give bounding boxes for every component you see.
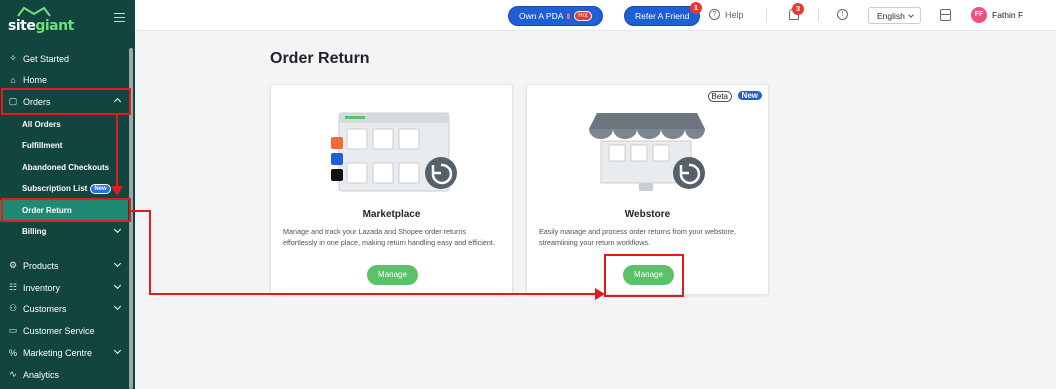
products-icon: ⚙ <box>8 260 18 270</box>
sidebar-item-label: Get Started <box>23 53 70 64</box>
sidebar-item-inventory[interactable]: ☷ Inventory <box>0 277 128 298</box>
sidebar-item-label: Inventory <box>23 282 61 293</box>
notification-badge: 3 <box>792 3 804 15</box>
card-description: Manage and track your Lazada and Shopee … <box>283 227 495 247</box>
page-title: Order Return <box>270 50 370 67</box>
sidebar-item-label: Products <box>23 260 59 271</box>
help-icon: ? <box>709 9 720 20</box>
user-name[interactable]: Fathin F <box>992 10 1023 20</box>
sidebar-subitem-billing[interactable]: Billing <box>0 221 128 242</box>
chevron-down-icon <box>113 302 122 311</box>
marketplace-illustration-icon <box>331 112 457 192</box>
sitegiant-logo[interactable]: sitegiant <box>8 6 74 36</box>
pda-icon: ▮ <box>566 13 571 20</box>
sidebar-item-home[interactable]: ⌂ Home <box>0 69 128 90</box>
sidebar-item-marketing-centre[interactable]: % Marketing Centre <box>0 342 128 363</box>
top-bar: Own A PDA ▮ Hot Refer A Friend 1 ? Help … <box>135 0 1056 31</box>
sidebar-subitem-subscription-list[interactable]: Subscription List New <box>0 178 128 199</box>
sidebar-item-products[interactable]: ⚙ Products <box>0 255 128 276</box>
sidebar-subitem-abandoned-checkouts[interactable]: Abandoned Checkouts <box>0 157 128 178</box>
chevron-down-icon <box>908 12 914 18</box>
annotation-arrow-line <box>149 293 596 295</box>
language-select[interactable]: English <box>868 7 921 24</box>
inventory-icon: ☷ <box>8 282 18 292</box>
avatar[interactable]: FF <box>971 7 987 23</box>
refer-badge: 1 <box>690 2 702 14</box>
own-pda-label: Own A PDA <box>519 11 564 21</box>
sidebar-item-label: Customer Service <box>23 325 95 336</box>
new-badge: New <box>737 91 762 100</box>
chevron-down-icon <box>113 259 122 268</box>
card-title: Marketplace <box>362 209 421 220</box>
layout-icon[interactable] <box>940 9 951 21</box>
sidebar-item-label: Customers <box>23 303 67 314</box>
analytics-icon: ∿ <box>9 369 17 379</box>
percent-icon: % <box>8 347 17 358</box>
customers-icon: ⚇ <box>8 303 18 313</box>
chevron-down-icon <box>113 225 122 234</box>
home-icon: ⌂ <box>10 74 16 85</box>
refer-friend-button[interactable]: Refer A Friend <box>624 6 701 26</box>
card-title: Webstore <box>624 209 671 220</box>
marketplace-manage-button[interactable]: Manage <box>367 265 418 285</box>
divider <box>818 9 819 22</box>
annotation-arrow-head-icon <box>595 288 605 300</box>
annotation-arrow-line <box>116 115 118 189</box>
sidebar-subitem-fulfillment[interactable]: Fulfillment <box>0 135 128 156</box>
sidebar-item-get-started[interactable]: ✧ Get Started <box>0 48 128 69</box>
chevron-down-icon <box>113 281 122 290</box>
card-description: Easily manage and process order returns … <box>539 227 736 247</box>
annotation-highlight-orders <box>1 88 131 115</box>
help-label: Help <box>725 9 744 20</box>
sidebar-item-analytics[interactable]: ∿ Analytics <box>0 364 128 385</box>
new-badge: New <box>90 183 111 194</box>
sidebar-item-label: Marketing Centre <box>23 347 93 358</box>
annotation-arrow-head-icon <box>111 186 123 196</box>
sparkle-icon: ✧ <box>9 53 17 63</box>
hot-badge: Hot <box>574 11 592 21</box>
annotation-arrow-line <box>149 210 151 294</box>
sidebar-item-customers[interactable]: ⚇ Customers <box>0 298 128 319</box>
sidebar-subitem-label: Subscription List <box>22 184 88 193</box>
sidebar-subitem-label: Billing <box>22 227 47 236</box>
divider <box>766 9 767 22</box>
chevron-down-icon <box>113 346 122 355</box>
info-icon[interactable]: ! <box>837 9 848 20</box>
marketplace-card: Marketplace Manage and track your Lazada… <box>270 84 513 295</box>
chat-icon: ▭ <box>8 325 18 335</box>
annotation-highlight-manage <box>604 254 684 297</box>
own-pda-button[interactable]: Own A PDA ▮ Hot <box>508 6 603 26</box>
webstore-illustration-icon <box>589 113 705 191</box>
sidebar-item-label: Analytics <box>23 369 60 380</box>
menu-toggle-icon[interactable] <box>114 13 125 22</box>
sidebar-item-label: Home <box>23 74 48 85</box>
language-label: English <box>877 10 905 21</box>
annotation-arrow-line <box>131 210 151 212</box>
sidebar-subitem-all-orders[interactable]: All Orders <box>0 114 128 135</box>
help-link[interactable]: ? Help <box>709 9 744 20</box>
annotation-highlight-order-return <box>1 198 131 222</box>
logo-text: sitegiant <box>8 18 74 34</box>
refer-friend-label: Refer A Friend <box>635 11 690 21</box>
sidebar-item-customer-service[interactable]: ▭ Customer Service <box>0 320 128 341</box>
